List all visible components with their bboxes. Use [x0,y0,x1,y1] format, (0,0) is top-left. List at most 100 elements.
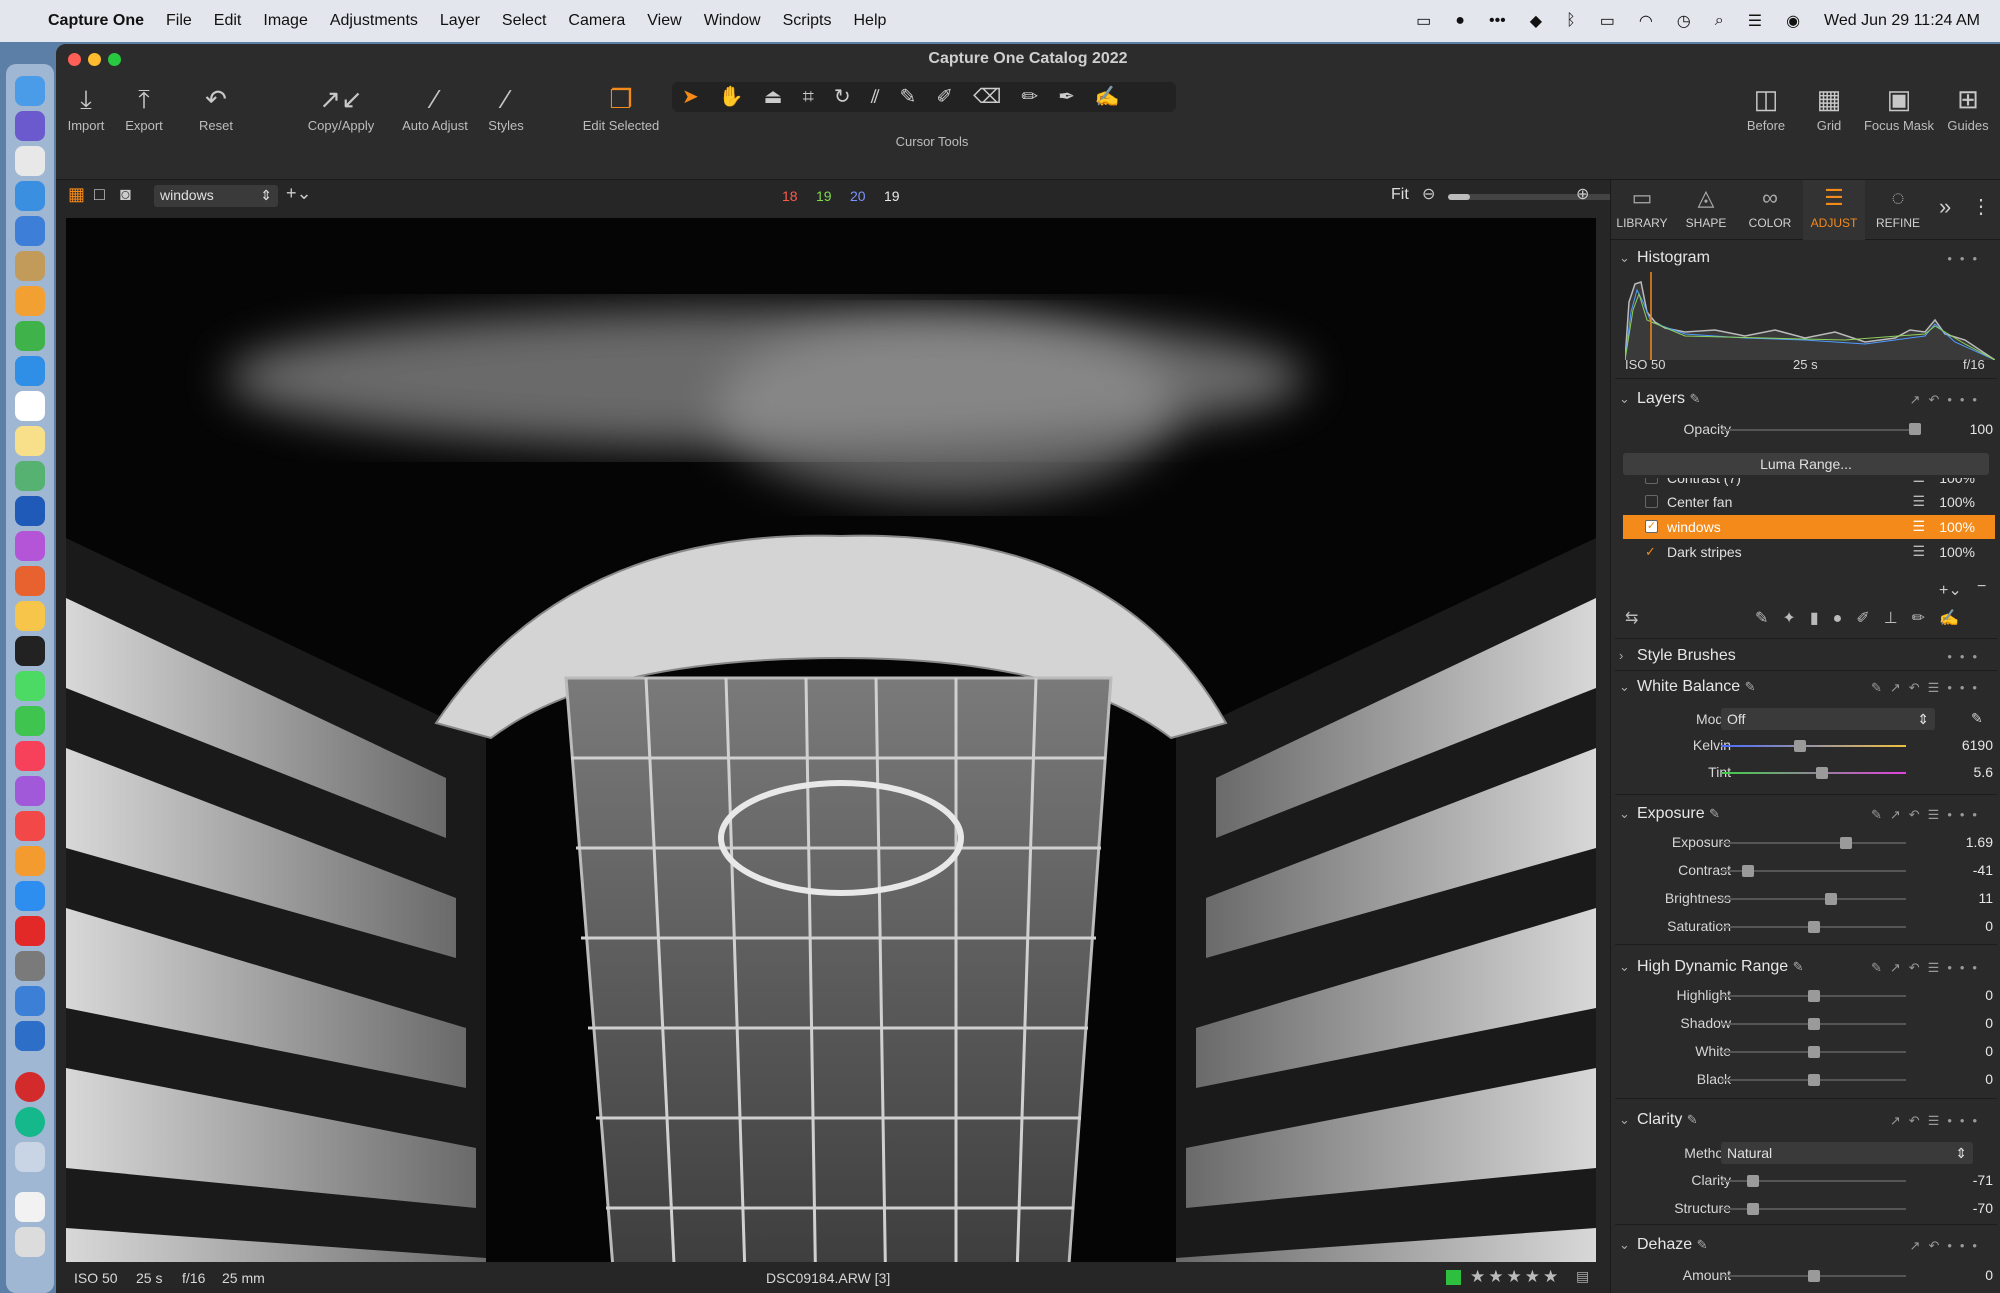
tint-slider[interactable] [1721,767,1906,779]
contrast-slider[interactable] [1721,865,1906,877]
black-slider[interactable] [1721,1074,1906,1086]
single-view-icon[interactable]: □ [94,184,105,205]
highlight-slider[interactable] [1721,990,1906,1002]
kelvin-knob[interactable] [1793,740,1806,752]
more-app-icon[interactable] [15,1072,45,1102]
luma-range-button[interactable]: Luma Range... [1623,453,1989,475]
tint-knob[interactable] [1816,767,1829,779]
trash-icon[interactable] [15,1227,45,1257]
zoom-in-icon[interactable]: ⊕ [1576,184,1589,204]
numbers-icon[interactable] [15,321,45,351]
menu-file[interactable]: File [166,12,192,30]
exposure-header[interactable]: ⌄ Exposure ✎ ✎↗↶☰••• [1619,805,1993,823]
safari-icon[interactable] [15,181,45,211]
brush-tool-icon[interactable]: ✏ [1021,86,1058,108]
before-button[interactable]: ◫ Before [1731,80,1801,133]
remove-layer-icon[interactable]: − [1977,578,1986,596]
annotate-icon[interactable]: ✍ [1095,86,1140,108]
onepassword-icon[interactable] [15,496,45,526]
youtube-icon[interactable] [15,916,45,946]
capture-one-icon[interactable] [15,636,45,666]
structure-value[interactable]: -70 [1923,1200,1993,1216]
image-app-icon[interactable] [15,1021,45,1051]
app-menu[interactable]: Capture One [48,12,144,30]
appstore-icon[interactable] [15,881,45,911]
bluetooth-icon[interactable]: ᛒ [1566,12,1576,30]
star-rating[interactable]: ★★★★★ [1470,1267,1561,1287]
layer-item[interactable]: Contrast (7) ☰ 100% [1623,478,1995,490]
system-prefs-icon[interactable] [15,951,45,981]
straighten-icon[interactable]: ⫽ [871,86,900,108]
structure-knob[interactable] [1746,1203,1759,1215]
layer-dropdown[interactable]: windows ⇕ [154,185,278,207]
more-dots-icon[interactable]: ••• [1489,12,1506,30]
opacity-value[interactable]: 100 [1923,421,1993,437]
control-center-icon[interactable]: ☰ [1748,11,1762,31]
layer-checkbox[interactable]: ✓ [1645,520,1658,533]
section-actions-icon[interactable]: ✎↗↶☰••• [1871,960,1985,976]
select-cursor-icon[interactable]: ➤ [682,86,719,108]
white-knob[interactable] [1807,1046,1820,1058]
focus-mask-button[interactable]: ▣ Focus Mask [1856,80,1942,133]
menu-camera[interactable]: Camera [568,12,625,30]
grid-view-icon[interactable]: ▦ [68,184,85,205]
style-brushes-header[interactable]: › Style Brushes ••• [1619,647,1993,665]
exposure-slider[interactable] [1721,837,1906,849]
hdr-header[interactable]: ⌄ High Dynamic Range ✎ ✎↗↶☰••• [1619,958,1993,976]
fit-label[interactable]: Fit [1391,186,1409,204]
news-icon[interactable] [15,811,45,841]
layer-checkbox[interactable]: ✓ [1645,545,1658,558]
hand-icon[interactable]: ✋ [719,86,764,108]
section-actions-icon[interactable]: ✎↗↶☰••• [1871,807,1985,823]
kelvin-value[interactable]: 6190 [1923,737,1993,753]
layer-item-dark-stripes[interactable]: ✓ Dark stripes ☰ 100% [1623,540,1995,564]
calendar-icon[interactable] [15,391,45,421]
styles-button[interactable]: ∕ Styles [476,80,536,133]
add-layer-icon[interactable]: +⌄ [286,183,312,204]
messages-icon[interactable] [15,671,45,701]
finder-icon[interactable] [15,76,45,106]
dehaze-amount-slider[interactable] [1721,1270,1906,1282]
clock[interactable]: Wed Jun 29 11:24 AM [1824,12,1980,30]
siri-app-icon[interactable] [15,111,45,141]
affinity-publisher-icon[interactable] [15,566,45,596]
grid-button[interactable]: ▦ Grid [1804,80,1854,133]
keynote-icon[interactable] [15,356,45,386]
battery-icon[interactable]: ▭ [1600,11,1615,31]
heal-icon[interactable]: ✐ [936,86,973,108]
clarity-header[interactable]: ⌄ Clarity ✎ ↗↶☰••• [1619,1111,1993,1129]
guides-button[interactable]: ⊞ Guides [1940,80,1996,133]
image-viewer[interactable] [66,218,1596,1293]
more-tabs-icon[interactable]: » [1939,194,1951,220]
layer-checkbox[interactable] [1645,495,1658,508]
section-actions-icon[interactable]: ↗↶☰••• [1890,1113,1985,1129]
black-value[interactable]: 0 [1923,1071,1993,1087]
launchpad-icon[interactable] [15,146,45,176]
saturation-knob[interactable] [1807,921,1820,933]
contrast-value[interactable]: -41 [1923,862,1993,878]
tabs-menu-icon[interactable]: ⋮ [1971,194,1991,219]
shadow-knob[interactable] [1807,1018,1820,1030]
layer-tools-icons[interactable]: ✎✦▮●✐⊥✏✍ [1755,608,1973,628]
section-actions-icon[interactable]: ↗↶••• [1910,1238,1985,1254]
drive-icon[interactable] [15,1142,45,1172]
menu-select[interactable]: Select [502,12,546,30]
reset-button[interactable]: ↶ Reset [186,80,246,133]
menu-image[interactable]: Image [263,12,307,30]
wb-picker-icon[interactable]: ✎ [1971,710,1983,727]
menu-layer[interactable]: Layer [440,12,480,30]
picker-icon[interactable]: ✎ [900,86,937,108]
more-icon[interactable]: ••• [1947,649,1985,664]
histogram-header[interactable]: ⌄ Histogram ••• [1619,249,1993,267]
keystone-icon[interactable]: ⏏ [764,86,803,108]
wb-mode-select[interactable]: Off ⇕ [1721,708,1935,730]
highlight-knob[interactable] [1807,990,1820,1002]
highlight-value[interactable]: 0 [1923,987,1993,1003]
copy-apply-button[interactable]: ↗↙ Copy/Apply [296,80,386,133]
wifi-icon[interactable]: ◠ [1639,11,1653,31]
tint-value[interactable]: 5.6 [1923,764,1993,780]
shadow-slider[interactable] [1721,1018,1906,1030]
menu-view[interactable]: View [647,12,681,30]
photos-icon[interactable] [15,601,45,631]
document-icon[interactable] [15,1192,45,1222]
